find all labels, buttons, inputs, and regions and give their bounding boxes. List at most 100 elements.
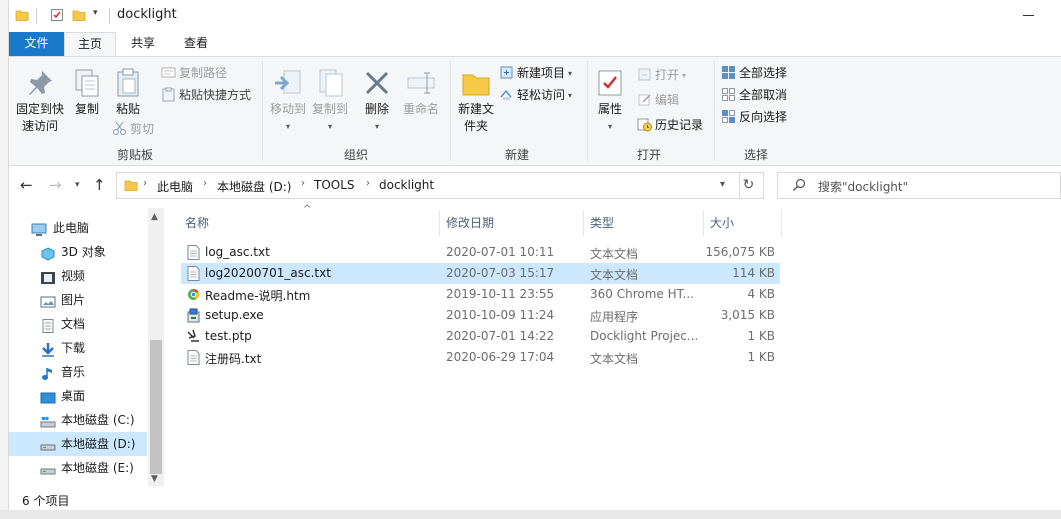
nav-item-this-pc[interactable]: 此电脑 [9, 216, 147, 240]
group-divider [450, 61, 451, 161]
tab-view[interactable]: 查看 [172, 32, 220, 56]
edit-label: 编辑 [655, 93, 680, 107]
select-group-label: 选择 [744, 148, 769, 162]
cut-button[interactable]: 剪切 [112, 119, 154, 139]
up-arrow-icon[interactable]: ↑ [93, 176, 106, 194]
copy-to-button[interactable]: 复制到 ▾ [310, 67, 350, 135]
search-input[interactable]: 搜索"docklight" [777, 172, 1061, 199]
column-header-size[interactable]: 大小 [710, 214, 734, 231]
invert-selection-button[interactable]: 反向选择 [721, 107, 787, 127]
nav-item-drive-d[interactable]: 本地磁盘 (D:) [9, 432, 147, 456]
tab-file[interactable]: 文件 [9, 32, 64, 56]
breadcrumb-drive-d[interactable]: 本地磁盘 (D:) [217, 178, 291, 195]
breadcrumb-this-pc[interactable]: 此电脑 [157, 178, 193, 195]
nav-item-music[interactable]: 音乐 [9, 360, 147, 384]
move-to-icon [272, 67, 304, 99]
breadcrumb-tools[interactable]: TOOLS [314, 178, 355, 192]
delete-label: 删除 [364, 102, 389, 116]
breadcrumb-docklight[interactable]: docklight [379, 178, 434, 192]
new-folder-quick-icon[interactable] [72, 8, 86, 22]
tab-home[interactable]: 主页 [64, 32, 116, 56]
copy-button[interactable]: 复制 [71, 67, 103, 118]
pin-label: 固定到快速访问 [15, 102, 64, 133]
history-button[interactable]: 历史记录 [637, 115, 703, 135]
drive-e-icon [40, 461, 56, 475]
drive-c-icon [40, 413, 56, 428]
copy-path-button[interactable]: 复制路径 [161, 63, 227, 83]
select-none-button[interactable]: 全部取消 [721, 85, 787, 105]
properties-label: 属性 [597, 102, 622, 116]
background-window-edge [0, 0, 9, 519]
column-divider[interactable] [703, 210, 704, 236]
new-item-button[interactable]: 新建项目 ▾ [499, 63, 572, 83]
properties-icon [594, 67, 626, 99]
select-none-icon [721, 87, 736, 102]
paste-shortcut-button[interactable]: 粘贴快捷方式 [161, 85, 251, 105]
file-type: 应用程序 [590, 310, 639, 324]
pin-to-quick-access-button[interactable]: 固定到快速访问 [13, 67, 67, 135]
table-row[interactable]: log20200701_asc.txt 2020-07-03 15:17 文本文… [181, 263, 780, 284]
nav-item-3d-objects[interactable]: 3D 对象 [9, 240, 147, 264]
window-title: docklight [117, 7, 177, 22]
nav-item-videos[interactable]: 视频 [9, 264, 147, 288]
status-bar: 6 个项目 [9, 486, 1061, 510]
window-bottom-edge [0, 510, 1061, 519]
refresh-button[interactable]: ↻ [734, 172, 764, 199]
tab-share[interactable]: 共享 [119, 32, 167, 56]
address-history-chevron-icon[interactable]: ▾ [720, 179, 725, 190]
file-date: 2020-07-01 10:11 [446, 245, 555, 259]
properties-button[interactable]: 属性 ▾ [594, 67, 626, 135]
nav-scrollbar-thumb[interactable] [150, 340, 162, 474]
column-divider[interactable] [439, 210, 440, 236]
select-all-button[interactable]: 全部选择 [721, 63, 787, 83]
minimize-button[interactable] [1009, 0, 1049, 32]
file-size: 114 KB [732, 266, 775, 280]
column-header-date[interactable]: 修改日期 [446, 214, 494, 231]
open-label: 打开 [655, 68, 680, 82]
properties-quick-icon[interactable] [50, 8, 64, 22]
scroll-up-arrow-icon[interactable]: ▲ [151, 212, 158, 222]
column-header-type[interactable]: 类型 [590, 214, 614, 231]
scissors-icon [112, 121, 127, 136]
nav-item-downloads[interactable]: 下载 [9, 336, 147, 360]
drive-d-icon [40, 437, 56, 451]
nav-scrollbar[interactable]: ▲ ▼ [148, 208, 164, 486]
table-row[interactable]: setup.exe 2010-10-09 11:24 应用程序 3,015 KB [181, 305, 780, 326]
move-to-button[interactable]: 移动到 ▾ [268, 67, 308, 135]
back-arrow-icon[interactable]: ← [20, 176, 33, 194]
rename-label: 重命名 [402, 102, 439, 116]
copy-path-label: 复制路径 [179, 66, 228, 80]
open-button[interactable]: 打开 ▾ [637, 65, 686, 85]
customize-quick-access-icon[interactable]: ▾ [93, 8, 98, 18]
file-name: setup.exe [205, 308, 264, 322]
file-size: 156,075 KB [705, 245, 775, 259]
scroll-down-arrow-icon[interactable]: ▼ [151, 474, 158, 484]
column-divider[interactable] [781, 210, 782, 236]
nav-item-desktop[interactable]: 桌面 [9, 384, 147, 408]
music-icon [40, 365, 56, 380]
recent-locations-chevron-icon[interactable]: ▾ [75, 180, 80, 190]
history-label: 历史记录 [655, 118, 704, 132]
table-row[interactable]: Readme-说明.htm 2019-10-11 23:55 360 Chrom… [181, 284, 780, 305]
column-header-name[interactable]: 名称 [185, 214, 209, 231]
delete-button[interactable]: 删除 ▾ [361, 67, 393, 135]
rename-button[interactable]: 重命名 [401, 67, 441, 118]
nav-item-pictures[interactable]: 图片 [9, 288, 147, 312]
paste-button[interactable]: 粘贴 [112, 67, 144, 118]
address-bar[interactable]: › 此电脑 › 本地磁盘 (D:) › TOOLS › docklight ▾ [116, 172, 740, 199]
group-divider [714, 61, 715, 161]
table-row[interactable]: 注册码.txt 2020-06-29 17:04 文本文档 1 KB [181, 347, 780, 368]
easy-access-button[interactable]: 轻松访问 ▾ [499, 85, 572, 105]
nav-item-drive-e[interactable]: 本地磁盘 (E:) [9, 456, 147, 480]
toolbar-divider [36, 8, 37, 24]
select-all-label: 全部选择 [739, 66, 788, 80]
table-row[interactable]: test.ptp 2020-07-01 14:22 Docklight Proj… [181, 326, 780, 347]
column-divider[interactable] [583, 210, 584, 236]
nav-item-drive-c[interactable]: 本地磁盘 (C:) [9, 408, 147, 432]
forward-arrow-icon[interactable]: → [49, 176, 62, 194]
breadcrumb-separator-icon: › [301, 178, 305, 189]
new-folder-button[interactable]: 新建文件夹 [454, 67, 498, 135]
table-row[interactable]: log_asc.txt 2020-07-01 10:11 文本文档 156,07… [181, 242, 780, 263]
edit-button[interactable]: 编辑 [637, 90, 679, 110]
nav-item-documents[interactable]: 文档 [9, 312, 147, 336]
